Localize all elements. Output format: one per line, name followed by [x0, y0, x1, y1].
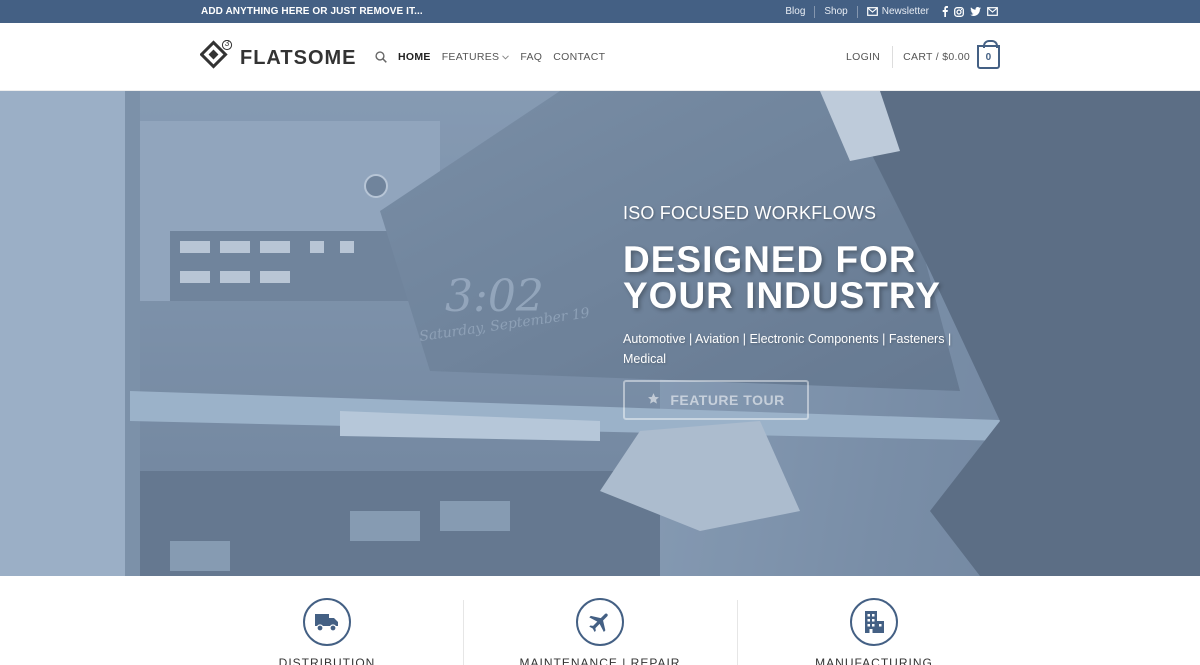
nav-faq[interactable]: FAQ — [520, 51, 542, 63]
top-bar-message: ADD ANYTHING HERE OR JUST REMOVE IT... — [201, 6, 423, 17]
facebook-icon[interactable] — [942, 6, 948, 17]
feature-distribution[interactable]: DISTRIBUTION — [190, 576, 464, 665]
divider — [892, 46, 894, 68]
nav-features[interactable]: FEATURES — [442, 51, 510, 63]
divider — [856, 5, 858, 18]
airplane-icon — [576, 598, 624, 646]
shop-link[interactable]: Shop — [824, 6, 847, 17]
feature-label: DISTRIBUTION — [278, 656, 376, 665]
hero-overlay — [0, 91, 1200, 576]
account-nav: LOGIN CART / $0.00 0 — [846, 23, 1000, 91]
envelope-icon[interactable] — [987, 7, 998, 16]
cart-link[interactable]: CART / $0.00 — [903, 51, 970, 63]
feature-manufacturing[interactable]: MANUFACTURING — [737, 576, 1011, 665]
hero-banner: 3:02 Saturday, September 19 ISO FOCUSED … — [0, 91, 1200, 576]
feature-tour-label: FEATURE TOUR — [670, 392, 785, 408]
feature-label: MAINTENANCE | REPAIR — [519, 656, 681, 665]
twitter-icon[interactable] — [970, 7, 981, 16]
hero-headline-line-1: DESIGNED FOR — [623, 239, 917, 280]
building-icon — [850, 598, 898, 646]
divider — [814, 5, 816, 18]
cart-count-badge[interactable]: 0 — [977, 40, 1000, 69]
feature-label: MANUFACTURING — [815, 656, 933, 665]
site-logo[interactable]: 3 FLATSOME — [199, 39, 357, 77]
instagram-icon[interactable] — [954, 6, 964, 17]
hero-headline-line-2: YOUR INDUSTRY — [623, 275, 941, 316]
top-bar: ADD ANYTHING HERE OR JUST REMOVE IT... B… — [0, 0, 1200, 23]
blog-link[interactable]: Blog — [785, 6, 805, 17]
nav-contact[interactable]: CONTACT — [553, 51, 605, 63]
hero-headline: DESIGNED FOR YOUR INDUSTRY — [623, 239, 983, 316]
hero-industries: Automotive | Aviation | Electronic Compo… — [623, 332, 952, 366]
features-row: DISTRIBUTION MAINTENANCE | REPAIR MANUFA… — [0, 576, 1200, 665]
chevron-down-icon — [502, 51, 510, 63]
hero-content: ISO FOCUSED WORKFLOWS DESIGNED FOR YOUR … — [623, 203, 983, 369]
search-icon[interactable] — [375, 51, 387, 63]
feature-maintenance-repair[interactable]: MAINTENANCE | REPAIR — [463, 576, 737, 665]
newsletter-link[interactable]: Newsletter — [866, 6, 929, 17]
logo-text: FLATSOME — [240, 47, 357, 69]
top-bar-links: Blog Shop Newsletter — [785, 0, 998, 23]
truck-icon — [303, 598, 351, 646]
logo-badge: 3 — [224, 39, 230, 48]
feature-tour-button[interactable]: FEATURE TOUR — [623, 380, 809, 420]
envelope-icon — [866, 7, 878, 16]
main-nav: HOME FEATURES FAQ CONTACT — [375, 23, 616, 91]
login-link[interactable]: LOGIN — [846, 51, 880, 63]
site-header: 3 FLATSOME HOME FEATURES FAQ CONTACT LOG… — [0, 23, 1200, 91]
social-icons — [942, 6, 998, 17]
nav-home[interactable]: HOME — [398, 51, 431, 63]
nav-features-label: FEATURES — [441, 51, 500, 63]
star-icon — [647, 392, 660, 408]
hero-kicker: ISO FOCUSED WORKFLOWS — [623, 203, 877, 223]
newsletter-label: Newsletter — [881, 6, 929, 17]
